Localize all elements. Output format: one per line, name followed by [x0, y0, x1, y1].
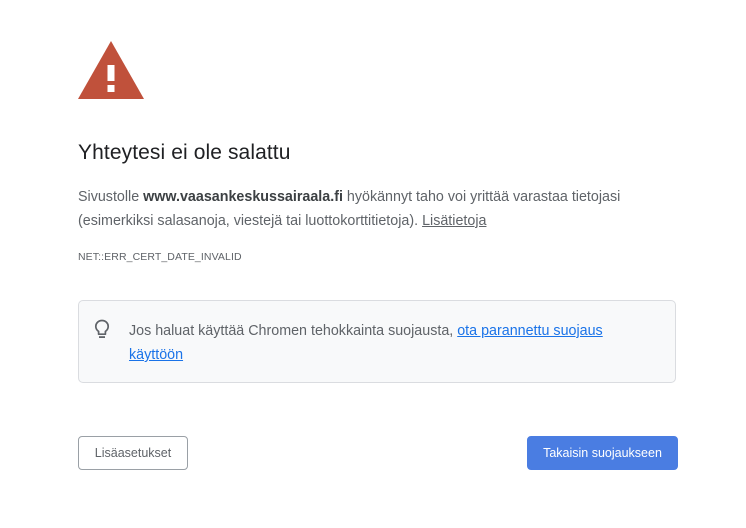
interstitial-page: Yhteytesi ei ole salattu Sivustolle www.…	[0, 0, 746, 528]
enhanced-protection-box: Jos haluat käyttää Chromen tehokkainta s…	[78, 300, 676, 383]
error-code: NET::ERR_CERT_DATE_INVALID	[78, 251, 242, 263]
warning-triangle-icon	[78, 41, 144, 99]
description-prefix: Sivustolle	[78, 189, 144, 205]
advanced-button[interactable]: Lisäasetukset	[78, 436, 188, 470]
warning-description: Sivustolle www.vaasankeskussairaala.fi h…	[78, 185, 678, 233]
back-to-safety-button[interactable]: Takaisin suojaukseen	[527, 436, 678, 470]
enhanced-protection-text: Jos haluat käyttää Chromen tehokkainta s…	[129, 319, 649, 367]
enhanced-protection-message: Jos haluat käyttää Chromen tehokkainta s…	[129, 323, 458, 339]
lightbulb-icon	[94, 319, 110, 338]
site-domain: www.vaasankeskussairaala.fi	[143, 189, 343, 205]
learn-more-link[interactable]: Lisätietoja	[422, 213, 486, 229]
page-title: Yhteytesi ei ole salattu	[78, 141, 291, 164]
